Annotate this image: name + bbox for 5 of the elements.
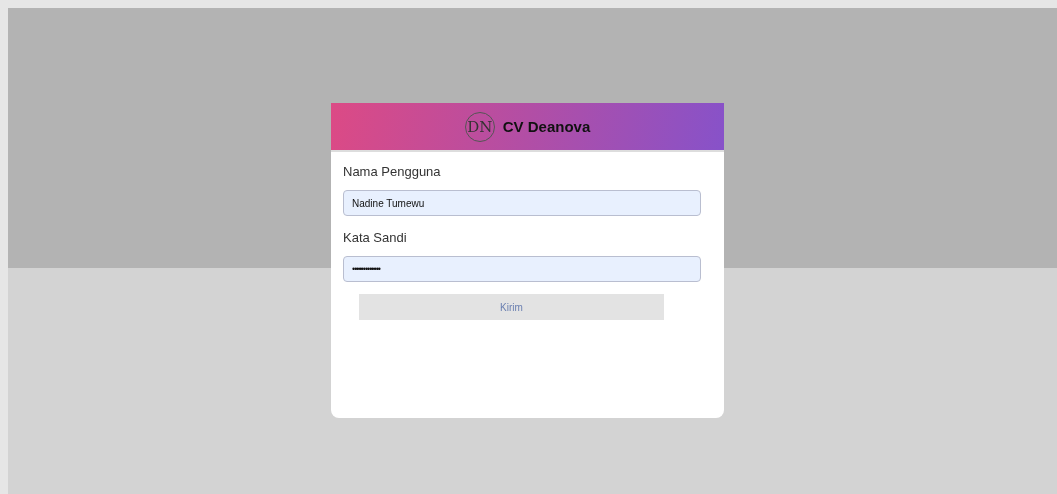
brand-title: CV Deanova — [502, 118, 591, 135]
field-label: Kata Sandi — [343, 230, 408, 245]
username-field[interactable]: Nadine Tumewu — [343, 190, 701, 216]
password-field[interactable]: ••••••••••••• — [343, 256, 701, 282]
field-label: Nama Pengguna — [343, 164, 442, 179]
